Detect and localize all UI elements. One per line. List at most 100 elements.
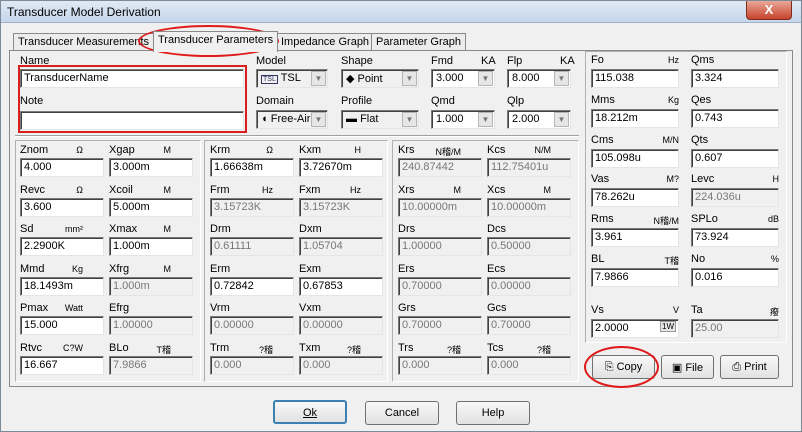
param-label-kxm: Kxm: [299, 144, 321, 156]
tab-impedance-graph[interactable]: Impedance Graph: [276, 33, 375, 51]
qmd-select[interactable]: 1.000 ▼: [431, 110, 495, 129]
result-unit-mms: Kg: [667, 95, 679, 105]
vs-label: Vs: [591, 304, 604, 316]
param-label-kcs: Kcs: [487, 144, 506, 156]
flp-select[interactable]: 8.000 ▼: [507, 69, 571, 88]
param-field-kcs[interactable]: 112.75401u: [487, 158, 571, 177]
name-field[interactable]: TransducerName: [20, 69, 244, 88]
result-unit-splo: dB: [767, 214, 779, 224]
result-field-bl[interactable]: 7.9866: [591, 268, 679, 287]
param-field-xgap[interactable]: 3.000m: [109, 158, 193, 177]
param-field-rtvc[interactable]: 16.667: [20, 356, 104, 375]
param-field-efrg[interactable]: 1.00000: [109, 316, 193, 335]
result-label-fo: Fo: [591, 54, 604, 66]
result-label-qts: Qts: [691, 134, 709, 146]
param-field-dxm[interactable]: 1.05704: [299, 237, 383, 256]
tab-parameter-graph[interactable]: Parameter Graph: [371, 33, 466, 51]
param-field-sd[interactable]: 2.2900K: [20, 237, 104, 256]
param-field-txm[interactable]: 0.000: [299, 356, 383, 375]
result-label-levc: Levc: [691, 173, 715, 185]
param-unit-trs: ?稽: [446, 345, 461, 355]
param-field-revc[interactable]: 3.600: [20, 198, 104, 217]
param-field-krm[interactable]: 1.66638m: [210, 158, 294, 177]
result-field-qes[interactable]: 0.743: [691, 109, 779, 128]
file-button[interactable]: ▣ File: [661, 355, 714, 379]
param-field-vrm[interactable]: 0.00000: [210, 316, 294, 335]
model-select[interactable]: TSL TSL ▼: [256, 69, 328, 88]
param-field-trm[interactable]: 0.000: [210, 356, 294, 375]
param-field-dcs[interactable]: 0.50000: [487, 237, 571, 256]
result-field-fo[interactable]: 115.038: [591, 69, 679, 88]
param-field-xfrg[interactable]: 1.000m: [109, 277, 193, 296]
profile-select[interactable]: ▬ Flat ▼: [341, 110, 419, 129]
param-field-grs[interactable]: 0.70000: [398, 316, 482, 335]
point-icon: ◆: [346, 73, 355, 85]
ta-label: Ta: [691, 304, 703, 316]
copy-button[interactable]: ⎘ Copy: [592, 355, 655, 379]
shape-select[interactable]: ◆ Point ▼: [341, 69, 419, 88]
note-field[interactable]: [20, 111, 244, 130]
param-field-pmax[interactable]: 15.000: [20, 316, 104, 335]
help-button[interactable]: Help: [456, 401, 530, 425]
result-label-qms: Qms: [691, 54, 715, 66]
param-field-xmax[interactable]: 1.000m: [109, 237, 193, 256]
param-field-fxm[interactable]: 3.15723K: [299, 198, 383, 217]
param-field-drm[interactable]: 0.61111: [210, 237, 294, 256]
vs-field[interactable]: 2.0000 1W: [591, 319, 679, 338]
ta-field[interactable]: 25.00: [691, 319, 779, 338]
result-field-vas[interactable]: 78.262u: [591, 188, 679, 207]
param-label-grs: Grs: [398, 302, 416, 314]
param-unit-sd: mm²: [65, 224, 83, 234]
copy-icon: ⎘: [604, 361, 614, 373]
param-field-tcs[interactable]: 0.000: [487, 356, 571, 375]
param-label-xfrg: Xfrg: [109, 263, 130, 275]
result-field-mms[interactable]: 18.212m: [591, 109, 679, 128]
param-label-frm: Frm: [210, 184, 230, 196]
qlp-select[interactable]: 2.000 ▼: [507, 110, 571, 129]
ok-button[interactable]: Ok: [273, 400, 347, 424]
result-field-rms[interactable]: 3.961: [591, 228, 679, 247]
param-field-vxm[interactable]: 0.00000: [299, 316, 383, 335]
close-button[interactable]: X: [746, 1, 792, 20]
model-label: Model: [256, 55, 286, 67]
tab-transducer-measurements[interactable]: Transducer Measurements: [13, 33, 155, 51]
result-label-mms: Mms: [591, 94, 615, 106]
param-field-exm[interactable]: 0.67853: [299, 277, 383, 296]
param-field-kxm[interactable]: 3.72670m: [299, 158, 383, 177]
param-field-frm[interactable]: 3.15723K: [210, 198, 294, 217]
result-field-levc[interactable]: 224.036u: [691, 188, 779, 207]
param-field-ers[interactable]: 0.70000: [398, 277, 482, 296]
cancel-button[interactable]: Cancel: [365, 401, 439, 425]
param-field-drs[interactable]: 1.00000: [398, 237, 482, 256]
tab-transducer-parameters[interactable]: Transducer Parameters: [153, 31, 279, 52]
param-label-gcs: Gcs: [487, 302, 507, 314]
result-field-splo[interactable]: 73.924: [691, 228, 779, 247]
chevron-down-icon: ▼: [478, 71, 493, 86]
save-icon: ▣: [671, 362, 683, 374]
param-unit-xmax: M: [163, 224, 172, 234]
param-field-mmd[interactable]: 18.1493m: [20, 277, 104, 296]
result-field-no[interactable]: 0.016: [691, 268, 779, 287]
param-field-erm[interactable]: 0.72842: [210, 277, 294, 296]
print-button[interactable]: ⎙ Print: [720, 355, 779, 379]
dialog-window: Transducer Model Derivation X Transducer…: [0, 0, 802, 432]
domain-select[interactable]: ◖ Free-Air ▼: [256, 110, 328, 129]
fmd-select[interactable]: 3.000 ▼: [431, 69, 495, 88]
param-field-krs[interactable]: 240.87442: [398, 158, 482, 177]
param-field-xcoil[interactable]: 5.000m: [109, 198, 193, 217]
spin-button[interactable]: 1W: [660, 321, 676, 332]
printer-icon: ⎙: [732, 361, 742, 373]
result-field-qts[interactable]: 0.607: [691, 149, 779, 168]
param-field-xcs[interactable]: 10.00000m: [487, 198, 571, 217]
param-field-ecs[interactable]: 0.00000: [487, 277, 571, 296]
param-field-blo[interactable]: 7.9866: [109, 356, 193, 375]
param-field-znom[interactable]: 4.000: [20, 158, 104, 177]
result-field-qms[interactable]: 3.324: [691, 69, 779, 88]
param-label-ecs: Ecs: [487, 263, 506, 275]
param-field-trs[interactable]: 0.000: [398, 356, 482, 375]
param-field-xrs[interactable]: 10.00000m: [398, 198, 482, 217]
param-label-krs: Krs: [398, 144, 415, 156]
param-field-gcs[interactable]: 0.70000: [487, 316, 571, 335]
result-field-cms[interactable]: 105.098u: [591, 149, 679, 168]
shape-label: Shape: [341, 55, 373, 67]
